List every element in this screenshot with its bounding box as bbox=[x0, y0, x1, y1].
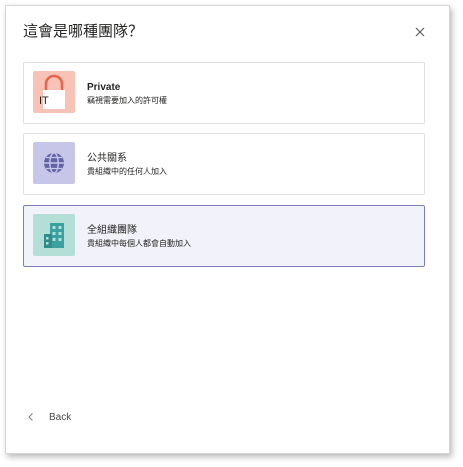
dialog-title: 這會是哪種團隊？ bbox=[23, 23, 144, 40]
back-label: Back bbox=[49, 411, 72, 423]
option-description: 貴組織中每個人都會自動加入 bbox=[87, 239, 191, 248]
option-description: 貴組織中的任何人加入 bbox=[87, 167, 167, 176]
back-button[interactable]: Back bbox=[25, 407, 71, 427]
option-org-wide[interactable]: 全組織團隊 貴組織中每個人都會自動加入 bbox=[23, 205, 425, 267]
team-type-dialog: 這會是哪種團隊？ IT Private 竊視需要加入的許可權 公共關系 貴組織中… bbox=[5, 5, 450, 454]
globe-icon bbox=[44, 152, 64, 174]
tile-label: IT bbox=[39, 95, 49, 107]
building-icon bbox=[44, 223, 64, 248]
option-public[interactable]: 公共關系 貴組織中的任何人加入 bbox=[23, 133, 425, 195]
option-description: 竊視需要加入的許可權 bbox=[87, 96, 167, 105]
public-tile bbox=[33, 142, 75, 184]
org-wide-tile bbox=[33, 214, 75, 256]
private-tile: IT bbox=[33, 71, 75, 113]
option-title: Private bbox=[87, 82, 121, 93]
close-icon bbox=[415, 27, 425, 37]
option-private[interactable]: IT Private 竊視需要加入的許可權 bbox=[23, 62, 425, 124]
option-title: 公共關系 bbox=[87, 153, 127, 164]
chevron-left-icon bbox=[28, 413, 33, 421]
close-button[interactable] bbox=[410, 22, 430, 42]
option-title: 全組織團隊 bbox=[87, 225, 137, 236]
